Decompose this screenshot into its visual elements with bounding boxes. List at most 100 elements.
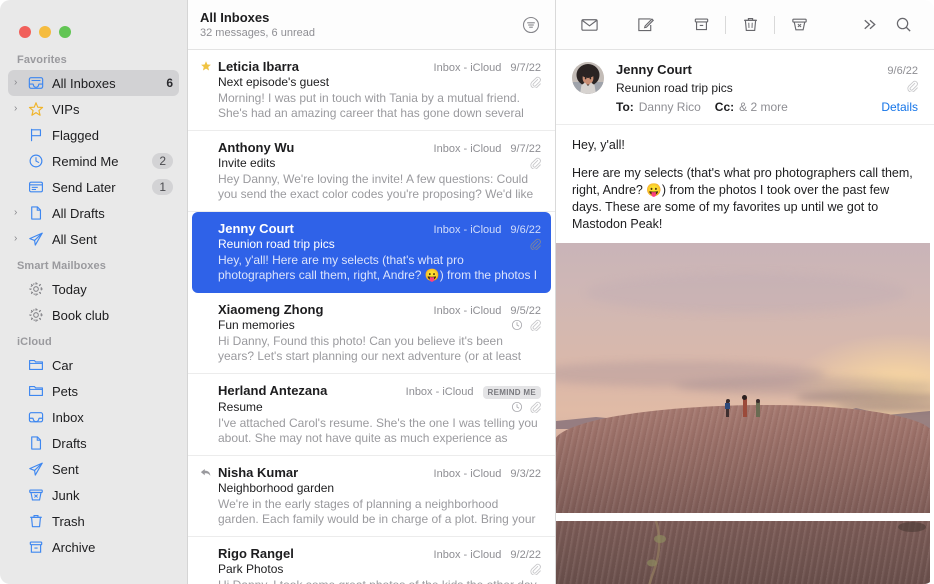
trash-icon — [26, 513, 46, 529]
sidebar-item-label: All Drafts — [52, 205, 105, 221]
sidebar-item-inbox[interactable]: ›Inbox — [8, 404, 179, 430]
sidebar-item-label: Inbox — [52, 409, 84, 425]
message-subject: Resume — [218, 400, 263, 414]
message-preview: Morning! I was put in touch with Tania b… — [218, 91, 524, 120]
send-later-icon — [26, 179, 46, 195]
sidebar-item-label: Pets — [52, 383, 79, 399]
sidebar-item-drafts[interactable]: ›Drafts — [8, 430, 179, 456]
message-attachments — [556, 243, 934, 584]
message-list-scroll[interactable]: Leticia Ibarra Inbox - iCloud 9/7/22 Next e… — [188, 50, 555, 584]
folder-icon — [26, 383, 46, 399]
sidebar-item-book-club[interactable]: ›Book club — [8, 302, 179, 328]
message-sender: Rigo Rangel — [218, 546, 294, 561]
search-button[interactable] — [886, 12, 920, 38]
message-sender: Nisha Kumar — [218, 465, 299, 480]
sidebar-item-archive[interactable]: ›Archive — [8, 534, 179, 560]
minimize-button[interactable] — [39, 25, 51, 38]
sidebar-item-count: 6 — [166, 76, 173, 90]
sidebar-item-all-inboxes[interactable]: › All Inboxes 6 — [8, 70, 179, 96]
sidebar-item-trash[interactable]: ›Trash — [8, 508, 179, 534]
sidebar-item-count: 2 — [152, 153, 173, 169]
sidebar-item-junk[interactable]: ›Junk — [8, 482, 179, 508]
message-sender: Herland Antezana — [218, 383, 328, 398]
message-date: 9/7/22 — [510, 62, 541, 74]
document-icon — [26, 435, 46, 451]
sidebar-item-label: VIPs — [52, 101, 80, 117]
mark-unread-button[interactable] — [572, 12, 606, 38]
details-link[interactable]: Details — [881, 100, 918, 114]
sidebar-item-sent[interactable]: ›Sent — [8, 456, 179, 482]
zoom-button[interactable] — [59, 25, 71, 38]
message-list-pane: All Inboxes 32 messages, 6 unread Letici… — [188, 0, 556, 584]
message-list-item[interactable]: Anthony Wu Inbox - iCloud 9/7/22 Invite edi… — [188, 131, 555, 212]
sidebar-section-header: Favorites — [17, 54, 67, 66]
sidebar-item-car[interactable]: ›Car — [8, 352, 179, 378]
detail-subject: Reunion road trip pics — [616, 81, 733, 95]
paperclip-icon — [529, 157, 541, 169]
close-button[interactable] — [19, 25, 31, 38]
message-list-item[interactable]: Nisha Kumar Inbox - iCloud 9/3/22 Neighborh… — [188, 456, 555, 537]
sidebar-item-label: All Inboxes — [52, 75, 116, 91]
message-preview: Hi Danny, Found this photo! Can you beli… — [218, 334, 522, 363]
sender-avatar — [572, 62, 604, 94]
archive-button[interactable] — [684, 12, 718, 38]
document-icon — [26, 205, 46, 221]
message-list-item[interactable]: Leticia Ibarra Inbox - iCloud 9/7/22 Next e… — [188, 50, 555, 131]
message-subject: Invite edits — [218, 156, 276, 170]
sidebar-item-count: 1 — [152, 179, 173, 195]
message-preview: Hi Danny, I took some great photos of th… — [218, 578, 541, 584]
reminder-clock-icon — [511, 319, 523, 331]
sidebar-item-pets[interactable]: ›Pets — [8, 378, 179, 404]
message-sender: Xiaomeng Zhong — [218, 302, 324, 317]
message-date: 9/2/22 — [510, 549, 541, 561]
paperclip-icon — [529, 563, 541, 575]
message-list-item[interactable]: Rigo Rangel Inbox - iCloud 9/2/22 Park Phot… — [188, 537, 555, 584]
archive-icon — [26, 539, 46, 555]
sidebar-item-label: Send Later — [52, 179, 116, 195]
message-mailbox: Inbox - iCloud — [433, 305, 502, 317]
body-paragraph: Hey, y'all! — [572, 138, 625, 152]
mail-window: Favorites › All Inboxes 6 › VIPs ›Flagged›Remi… — [0, 0, 934, 584]
message-list-item[interactable]: Jenny Court Inbox - iCloud 9/6/22 Reunion r… — [192, 212, 551, 293]
compose-button[interactable] — [628, 12, 662, 38]
disclosure-triangle-icon[interactable]: › — [14, 104, 26, 114]
message-mailbox: Inbox - iCloud — [433, 224, 502, 236]
paper-plane-icon — [26, 231, 46, 247]
more-button[interactable] — [852, 12, 886, 38]
sidebar-item-label: Trash — [52, 513, 85, 529]
delete-button[interactable] — [733, 12, 767, 38]
message-header: Jenny Court 9/6/22 Reunion road trip pic… — [556, 50, 934, 125]
sidebar-item-send-later[interactable]: ›Send Later1 — [8, 174, 179, 200]
sidebar-item-all-drafts[interactable]: › All Drafts — [8, 200, 179, 226]
disclosure-triangle-icon[interactable]: › — [14, 78, 26, 88]
desert-sunset-photo[interactable] — [556, 243, 930, 513]
disclosure-triangle-icon[interactable]: › — [14, 234, 26, 244]
gear-icon — [26, 281, 46, 297]
message-mailbox: Inbox - iCloud — [405, 386, 474, 398]
message-list-item[interactable]: Herland Antezana Inbox - iCloud REMIND ME R… — [188, 374, 555, 456]
message-list-item[interactable]: Xiaomeng Zhong Inbox - iCloud 9/5/22 Fun me… — [188, 293, 555, 374]
disclosure-triangle-icon[interactable]: › — [14, 208, 26, 218]
sidebar-item-today[interactable]: ›Today — [8, 276, 179, 302]
desert-rock-photo[interactable] — [556, 521, 930, 584]
message-mailbox: Inbox - iCloud — [433, 62, 502, 74]
sidebar-item-vips[interactable]: › VIPs — [8, 96, 179, 122]
sidebar-item-label: Archive — [52, 539, 96, 555]
filter-icon[interactable] — [521, 15, 541, 35]
junk-icon — [26, 487, 46, 503]
sidebar-item-remind-me[interactable]: ›Remind Me2 — [8, 148, 179, 174]
message-date: 9/7/22 — [510, 143, 541, 155]
gear-icon — [26, 307, 46, 323]
message-preview: Hey, y'all! Here are my selects (that's … — [218, 253, 538, 282]
sidebar-item-all-sent[interactable]: › All Sent — [8, 226, 179, 252]
sidebar-item-label: Drafts — [52, 435, 87, 451]
junk-button[interactable] — [782, 12, 816, 38]
message-preview: We're in the early stages of planning a … — [218, 497, 536, 526]
star-icon — [26, 101, 46, 117]
sidebar-item-label: Junk — [52, 487, 80, 503]
paperclip-icon — [906, 79, 918, 97]
message-date: 9/5/22 — [510, 305, 541, 317]
sidebar-item-flagged[interactable]: ›Flagged — [8, 122, 179, 148]
message-subject: Fun memories — [218, 318, 295, 332]
flag-icon — [26, 127, 46, 143]
